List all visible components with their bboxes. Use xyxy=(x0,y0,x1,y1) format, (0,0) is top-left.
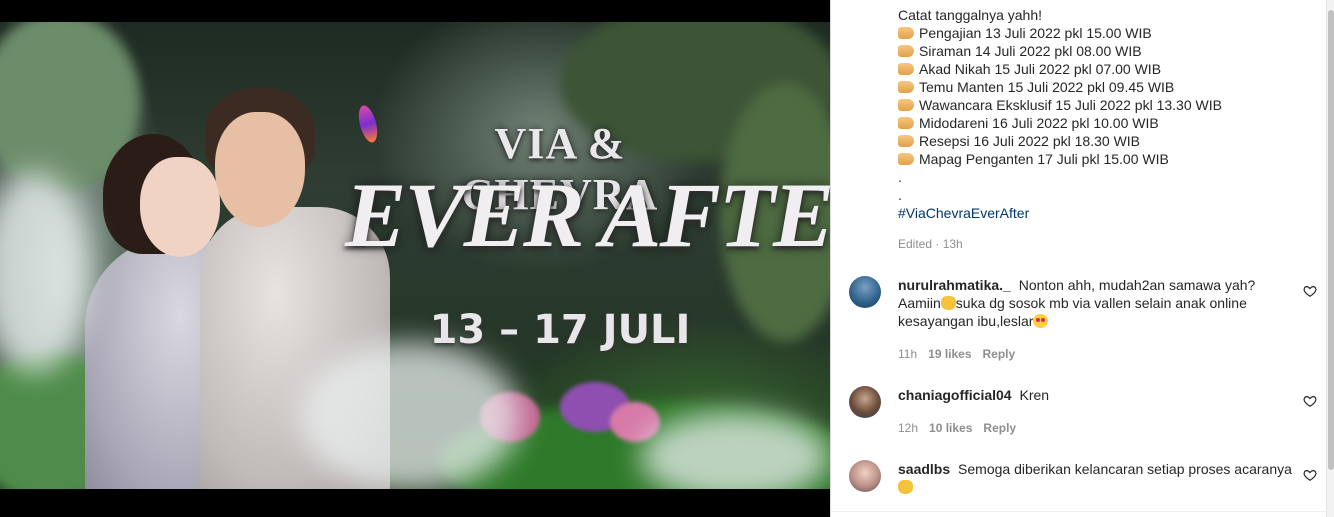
comments-pane[interactable]: Catat tanggalnya yahh! Pengajian 13 Juli… xyxy=(830,0,1326,517)
comment-text: nurulrahmatika._ Nonton ahh, mudah2an sa… xyxy=(898,277,1256,329)
backhand-index-pointing-right-icon xyxy=(898,117,914,129)
poster-date-range: 13 – 17 JULI xyxy=(429,307,691,353)
reply-button[interactable]: Reply xyxy=(983,347,1016,361)
backhand-index-pointing-right-icon xyxy=(898,135,914,147)
caption-event: Wawancara Eksklusif 15 Juli 2022 pkl 13.… xyxy=(898,96,1308,114)
backhand-index-pointing-right-icon xyxy=(898,27,914,39)
comment-likes-count[interactable]: 10 likes xyxy=(929,421,972,435)
poster-title-main: EVER AFTER xyxy=(345,164,830,266)
backhand-index-pointing-right-icon xyxy=(898,45,914,57)
comment-text: saadlbs Semoga diberikan kelancaran seti… xyxy=(898,460,1298,496)
comments-scrollbar[interactable] xyxy=(1326,0,1334,517)
post-video-poster[interactable]: VIA & CHEVRA EVER AFTER 13 – 17 JULI xyxy=(0,22,830,489)
comment-time: 12h xyxy=(898,421,919,435)
comment-username-link[interactable]: saadlbs xyxy=(898,461,950,477)
butterfly-icon xyxy=(355,103,381,145)
post-media-pane: VIA & CHEVRA EVER AFTER 13 – 17 JULI xyxy=(0,0,830,517)
comment-username-link[interactable]: chaniagofficial04 xyxy=(898,387,1012,403)
backhand-index-pointing-right-icon xyxy=(898,99,914,111)
caption-dot: . xyxy=(898,169,902,185)
mist xyxy=(300,342,520,489)
comment-meta: 12h 10 likes Reply xyxy=(898,421,1027,435)
groom-face xyxy=(215,112,305,227)
avatar[interactable] xyxy=(849,386,881,418)
avatar[interactable] xyxy=(849,276,881,308)
heart-outline-icon[interactable] xyxy=(1303,468,1317,482)
comment-username-link[interactable]: nurulrahmatika._ xyxy=(898,277,1011,293)
backhand-index-pointing-right-icon xyxy=(898,153,914,165)
heart-outline-icon[interactable] xyxy=(1303,284,1317,298)
comment-text: chaniagofficial04 Kren xyxy=(898,387,1050,403)
comment-time: 11h xyxy=(898,347,918,361)
backhand-index-pointing-right-icon xyxy=(898,81,914,93)
smiling-face-with-heart-eyes-icon xyxy=(1033,314,1049,328)
caption-event: Temu Manten 15 Juli 2022 pkl 09.45 WIB xyxy=(898,78,1308,96)
post-edited-timestamp: Edited · 13h xyxy=(898,237,963,251)
caption-dot: . xyxy=(898,187,902,203)
palms-up-together-icon xyxy=(940,296,956,310)
caption-event: Pengajian 13 Juli 2022 pkl 15.00 WIB xyxy=(898,24,1308,42)
mist xyxy=(0,172,90,372)
caption-hashtag-link[interactable]: #ViaChevraEverAfter xyxy=(898,204,1308,222)
caption-event: Akad Nikah 15 Juli 2022 pkl 07.00 WIB xyxy=(898,60,1308,78)
avatar[interactable] xyxy=(849,460,881,492)
caption-event: Midodareni 16 Juli 2022 pkl 10.00 WIB xyxy=(898,114,1308,132)
reply-button[interactable]: Reply xyxy=(983,421,1016,435)
caption-event: Siraman 14 Juli 2022 pkl 08.00 WIB xyxy=(898,42,1308,60)
comments-bottom-divider xyxy=(831,511,1326,512)
backhand-index-pointing-right-icon xyxy=(898,63,914,75)
heart-outline-icon[interactable] xyxy=(1303,394,1317,408)
caption-event: Resepsi 16 Juli 2022 pkl 18.30 WIB xyxy=(898,132,1308,150)
caption-intro: Catat tanggalnya yahh! xyxy=(898,7,1042,23)
palms-up-together-icon xyxy=(898,480,913,494)
comment-meta: 11h 19 likes Reply xyxy=(898,347,1026,361)
post-caption: Catat tanggalnya yahh! Pengajian 13 Juli… xyxy=(898,6,1308,222)
comment-likes-count[interactable]: 19 likes xyxy=(928,347,971,361)
scrollbar-thumb[interactable] xyxy=(1328,10,1334,470)
caption-event: Mapag Penganten 17 Juli pkl 15.00 WIB xyxy=(898,150,1308,168)
